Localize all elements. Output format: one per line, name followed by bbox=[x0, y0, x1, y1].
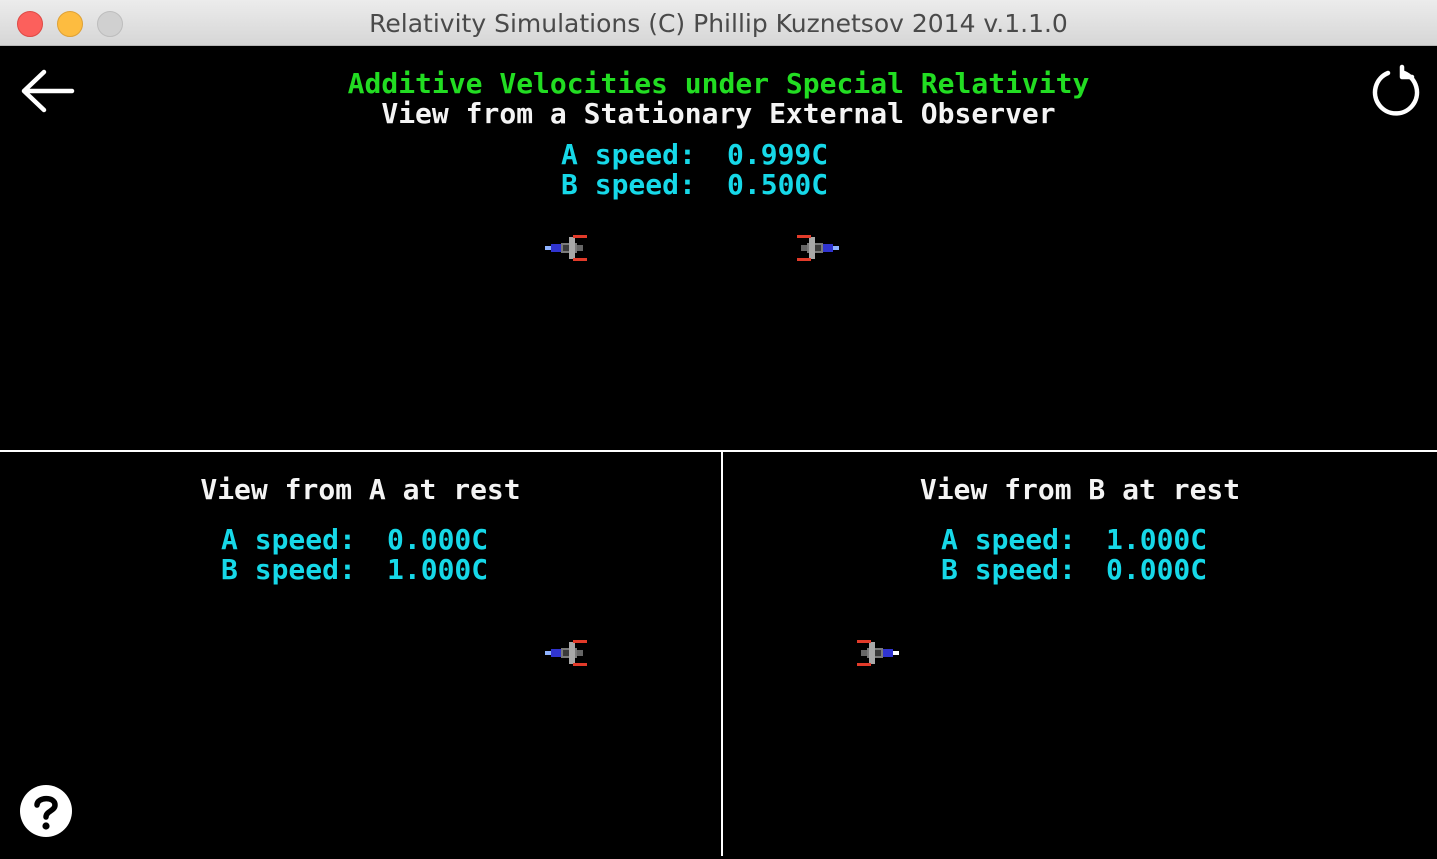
help-button[interactable] bbox=[19, 784, 73, 838]
spaceship-b-icon bbox=[797, 235, 839, 261]
stationary-a-speed-label: A speed: bbox=[561, 138, 696, 171]
view-b-title: View from B at rest bbox=[919, 473, 1241, 506]
window-title: Relativity Simulations (C) Phillip Kuzne… bbox=[369, 9, 1068, 38]
app-window: Relativity Simulations (C) Phillip Kuzne… bbox=[0, 0, 1437, 859]
view-a-b-speed-value: 1.000C bbox=[387, 553, 489, 586]
spaceship-a-icon bbox=[545, 640, 587, 666]
view-b-a-speed-value: 1.000C bbox=[1106, 523, 1208, 556]
view-b-b-speed-label: B speed: bbox=[941, 553, 1076, 586]
view-b-a-speed-label: A speed: bbox=[941, 523, 1076, 556]
view-b-b-speed-value: 0.000C bbox=[1106, 553, 1208, 586]
spaceship-a-icon bbox=[545, 235, 587, 261]
vertical-divider bbox=[721, 451, 723, 856]
stationary-a-speed-value: 0.999C bbox=[727, 138, 829, 171]
view-a-a-speed-value: 0.000C bbox=[387, 523, 489, 556]
title-bar[interactable]: Relativity Simulations (C) Phillip Kuzne… bbox=[0, 0, 1437, 46]
help-icon bbox=[20, 785, 72, 837]
simulation-canvas: Additive Velocities under Special Relati… bbox=[0, 46, 1437, 859]
view-a-title: View from A at rest bbox=[200, 473, 521, 506]
stationary-view-subtitle: View from a Stationary External Observer bbox=[381, 97, 1056, 130]
spaceship-b-icon bbox=[857, 640, 899, 666]
stationary-b-speed-value: 0.500C bbox=[727, 168, 829, 201]
view-a-b-speed-label: B speed: bbox=[221, 553, 356, 586]
stationary-b-speed-label: B speed: bbox=[561, 168, 696, 201]
view-a-a-speed-label: A speed: bbox=[221, 523, 356, 556]
page-title: Additive Velocities under Special Relati… bbox=[347, 67, 1090, 100]
horizontal-divider bbox=[0, 450, 1437, 452]
